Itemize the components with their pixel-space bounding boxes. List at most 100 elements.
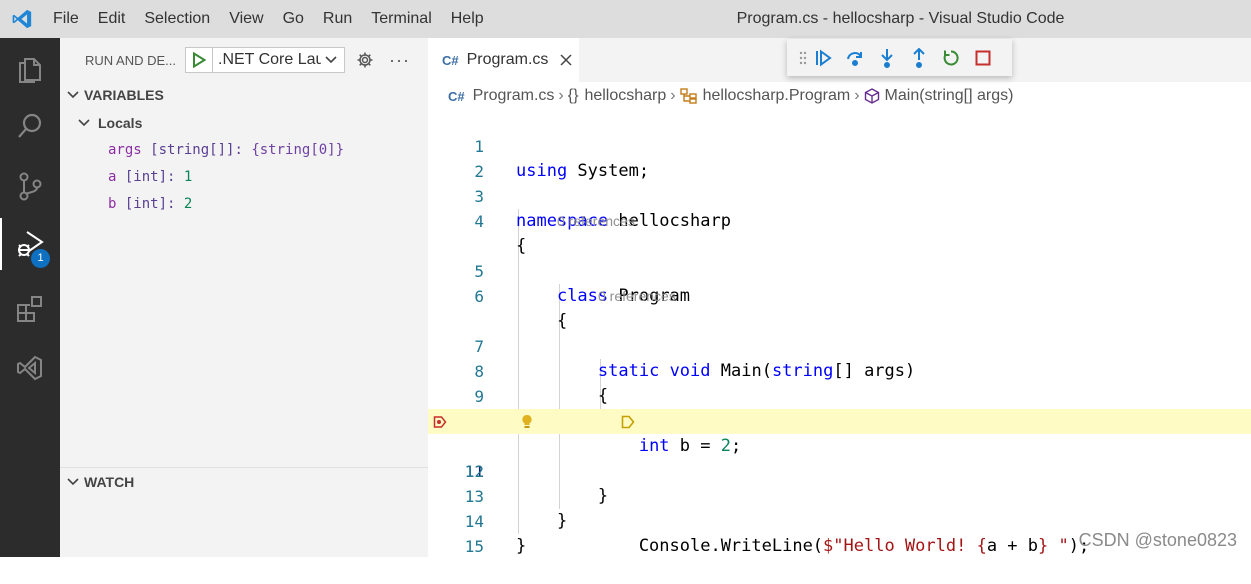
variable-type: [string[]] xyxy=(150,142,235,158)
code-line: 8 { xyxy=(428,334,1251,406)
locals-scope-row[interactable]: Locals xyxy=(60,112,428,134)
variable-type: [int] xyxy=(124,196,168,212)
codelens-references[interactable]: 0 references xyxy=(598,284,676,309)
csharp-file-icon: C# xyxy=(448,88,465,104)
drag-handle-icon[interactable] xyxy=(799,51,807,65)
locals-label: Locals xyxy=(98,115,143,131)
debug-badge: 1 xyxy=(31,249,50,268)
menu-selection[interactable]: Selection xyxy=(144,10,210,28)
code-line: 9 int a = 1; xyxy=(428,359,1251,431)
step-over-button[interactable] xyxy=(839,44,871,72)
code-editor[interactable]: 1 using System; 2 3 namespace hellocshar… xyxy=(428,109,1251,557)
activity-bar: 1 xyxy=(0,38,60,557)
title-bar: File Edit Selection View Go Run Terminal… xyxy=(0,0,1251,38)
run-debug-sidebar: RUN AND DE... .NET Core Lau ··· VARIABLE… xyxy=(60,38,428,557)
close-tab-button[interactable] xyxy=(559,53,573,67)
breadcrumb-namespace[interactable]: hellocsharp xyxy=(584,87,666,105)
search-icon xyxy=(18,113,42,138)
menu-help[interactable]: Help xyxy=(451,10,484,28)
menu-view[interactable]: View xyxy=(229,10,263,28)
watermark: CSDN @stone0823 xyxy=(1078,530,1237,550)
variable-row[interactable]: a [int]: 1 xyxy=(108,166,192,188)
section-divider xyxy=(60,467,428,468)
source-control-icon xyxy=(19,172,42,201)
variable-type: [int] xyxy=(124,169,168,185)
breakpoint-current-icon xyxy=(433,415,447,428)
variable-name: b xyxy=(108,196,117,212)
step-over-icon xyxy=(847,51,862,66)
breakpoint-marker[interactable] xyxy=(433,409,447,434)
step-into-button[interactable] xyxy=(871,44,903,72)
activity-source-control[interactable] xyxy=(0,160,60,212)
code-line: 5 class Program xyxy=(428,234,1251,306)
watch-section-header[interactable]: WATCH xyxy=(60,471,428,493)
code-line: 14 } xyxy=(428,484,1251,556)
step-into-icon xyxy=(881,48,893,68)
activity-run-debug[interactable]: 1 xyxy=(0,218,60,270)
codelens-references[interactable]: 0 references xyxy=(557,209,635,234)
more-actions-button[interactable]: ··· xyxy=(389,50,410,71)
open-launch-json-button[interactable] xyxy=(355,50,375,70)
activity-extensions[interactable] xyxy=(0,282,60,334)
vscode-logo-icon xyxy=(12,9,32,29)
namespace-icon: {} xyxy=(567,87,579,104)
editor-group: C# Program.cs C# Program.cs › {} hellocs… xyxy=(428,38,1251,557)
chevron-down-icon xyxy=(78,119,90,127)
continue-button[interactable] xyxy=(807,44,839,72)
variable-value: 2 xyxy=(183,196,193,212)
line-number: 6 xyxy=(474,287,484,306)
variable-name: a xyxy=(108,169,117,185)
variable-row[interactable]: b [int]: 2 xyxy=(108,193,192,215)
breadcrumb-method[interactable]: Main(string[] args) xyxy=(885,87,1014,105)
watch-title: WATCH xyxy=(84,474,135,490)
variable-name: args xyxy=(108,142,142,158)
code-line: 3 namespace hellocsharp xyxy=(428,159,1251,231)
code-line: 12 } xyxy=(428,434,1251,506)
variables-title: VARIABLES xyxy=(84,87,164,103)
code-line: 2 xyxy=(428,134,1251,181)
menu-run[interactable]: Run xyxy=(323,10,352,28)
variable-row[interactable]: args [string[]]: {string[0]} xyxy=(108,139,344,161)
breadcrumb-file[interactable]: Program.cs xyxy=(473,87,555,105)
play-icon xyxy=(193,52,206,68)
chevron-down-icon xyxy=(67,478,79,486)
variable-value: {string[0]} xyxy=(251,142,345,158)
restart-icon xyxy=(943,49,959,65)
start-debugging-button[interactable] xyxy=(186,48,213,72)
menu-terminal[interactable]: Terminal xyxy=(371,10,431,28)
tab-bar: C# Program.cs xyxy=(428,38,1251,82)
stop-button[interactable] xyxy=(967,44,999,72)
menu-go[interactable]: Go xyxy=(283,10,304,28)
code-line: 13 } xyxy=(428,459,1251,531)
close-icon xyxy=(560,54,572,66)
chevron-down-icon xyxy=(325,56,337,64)
menu-file[interactable]: File xyxy=(53,10,79,28)
line-number: 4 xyxy=(474,212,484,231)
lightbulb-icon[interactable] xyxy=(520,409,534,434)
code-line: 7 static void Main(string[] args) xyxy=(428,309,1251,381)
restart-button[interactable] xyxy=(935,44,967,72)
chevron-right-icon: › xyxy=(854,87,860,104)
step-out-icon xyxy=(913,47,925,68)
tab-program-cs[interactable]: C# Program.cs xyxy=(428,38,579,82)
menu-edit[interactable]: Edit xyxy=(98,10,126,28)
breadcrumb: C# Program.cs › {} hellocsharp › hellocs… xyxy=(428,84,1251,108)
activity-remote-explorer[interactable] xyxy=(0,342,60,394)
code-line: 1 using System; xyxy=(428,109,1251,181)
tab-label: Program.cs xyxy=(466,51,549,68)
variables-section-header[interactable]: VARIABLES xyxy=(60,84,428,106)
launch-config-dropdown[interactable]: .NET Core Lau xyxy=(185,47,345,73)
run-debug-header: RUN AND DE... .NET Core Lau ··· xyxy=(60,38,428,82)
csharp-file-icon: C# xyxy=(442,52,459,68)
line-number: 15 xyxy=(464,537,484,556)
breadcrumb-class[interactable]: hellocsharp.Program xyxy=(703,87,851,105)
activity-search[interactable] xyxy=(0,100,60,152)
variable-value: 1 xyxy=(183,169,193,185)
chevron-right-icon: › xyxy=(558,87,564,104)
chevron-down-icon xyxy=(67,91,79,99)
current-execution-line: 11 Console.WriteLine($"Hello World! {a +… xyxy=(428,409,1251,556)
step-out-button[interactable] xyxy=(903,44,935,72)
explorer-icon xyxy=(19,58,41,83)
code-line: 6 { xyxy=(428,259,1251,331)
activity-explorer[interactable] xyxy=(0,42,60,94)
